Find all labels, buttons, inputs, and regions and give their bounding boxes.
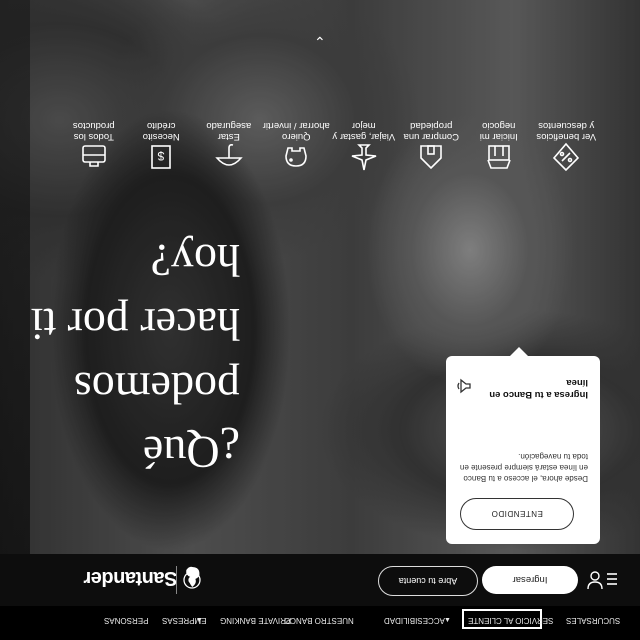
tile-label: Necesito crédito <box>142 120 180 142</box>
tile-viajar[interactable]: Viajar, gastar y mejor <box>330 80 398 180</box>
ingresar-label: Ingresar <box>512 574 548 586</box>
popup-title: Ingresa a tu Banco en línea <box>489 377 588 400</box>
store-icon <box>487 145 511 169</box>
tile-label: Ver beneficios y descuentos <box>536 120 597 142</box>
crest-icon <box>183 571 201 589</box>
tile-productos[interactable]: Todos los productos <box>60 80 128 180</box>
nav-private-banking[interactable]: PRIVATE BANKING <box>220 616 291 625</box>
tile-credito[interactable]: $ Necesito crédito <box>128 80 196 180</box>
nav-nuestro-banco[interactable]: NUESTRO BANCO <box>284 616 354 625</box>
online-banking-popup: Ingresa a tu Banco en línea Desde ahora,… <box>446 356 600 544</box>
svg-text:$: $ <box>158 149 165 163</box>
house-icon <box>420 145 443 170</box>
headline-line: hacer por ti <box>30 299 240 350</box>
chevron-up-icon[interactable]: ⌃ <box>314 34 326 51</box>
ingresar-button[interactable]: Ingresar <box>482 566 578 594</box>
plane-icon <box>351 144 377 171</box>
tile-beneficios[interactable]: Ver beneficios y descuentos <box>533 80 601 180</box>
brand-name: Santander <box>84 567 178 589</box>
headline-line: ¿Qué <box>142 427 240 478</box>
brand-divider <box>176 566 177 594</box>
briefcase-icon <box>81 145 106 167</box>
hamburger-menu-icon[interactable] <box>606 572 618 586</box>
user-icon[interactable] <box>586 570 604 590</box>
nav-servicio-cliente[interactable]: SERVICIO AL CLIENTE <box>468 616 553 625</box>
hero-headline: ¿Qué podemos hacer por ti hoy? <box>31 228 240 484</box>
quick-access-tiles: Ver beneficios y descuentos Iniciar mi neg… <box>60 80 600 180</box>
nav-accesibilidad[interactable]: ACCESIBILIDAD <box>384 616 445 625</box>
umbrella-icon <box>215 144 243 166</box>
tile-ahorrar[interactable]: Quiero ahorrar / invertir <box>263 80 331 180</box>
chevron-down-icon[interactable]: ▼ <box>444 617 451 624</box>
tile-label: Comprar una propiedad <box>403 120 459 142</box>
tile-asegurado[interactable]: Estar asegurado <box>195 80 263 180</box>
tile-negocio[interactable]: Iniciar mi negocio <box>465 80 533 180</box>
megaphone-icon <box>457 378 471 394</box>
tile-label: Todos los productos <box>72 120 115 142</box>
tile-label: Viajar, gastar y mejor <box>332 120 396 142</box>
edge-shadow <box>0 0 30 640</box>
discount-tag-icon <box>553 142 580 172</box>
tile-propiedad[interactable]: Comprar una propiedad <box>398 80 466 180</box>
entendido-button[interactable]: ENTENDIDO <box>460 498 574 530</box>
nav-sucursales[interactable]: SUCURSALES <box>566 616 620 625</box>
abre-cuenta-label: Abre tu cuenta <box>398 576 458 586</box>
tile-label: Iniciar mi negocio <box>479 120 518 142</box>
headline-line: hoy? <box>150 235 240 286</box>
popup-message: Desde ahora, el acceso a tu Banco en lín… <box>459 452 588 483</box>
tile-label: Estar asegurado <box>206 120 252 142</box>
document-money-icon: $ <box>151 145 172 169</box>
chevron-down-icon[interactable]: ▼ <box>196 617 203 624</box>
abre-cuenta-button[interactable]: Abre tu cuenta <box>378 566 478 596</box>
piggy-bank-icon <box>285 147 308 167</box>
headline-line: podemos <box>73 363 240 414</box>
page: ⌃ Ver beneficios y descuentos Iniciar mi n… <box>0 0 640 640</box>
tile-label: Quiero ahorrar / invertir <box>262 120 330 142</box>
nav-personas[interactable]: PERSONAS <box>104 616 148 625</box>
